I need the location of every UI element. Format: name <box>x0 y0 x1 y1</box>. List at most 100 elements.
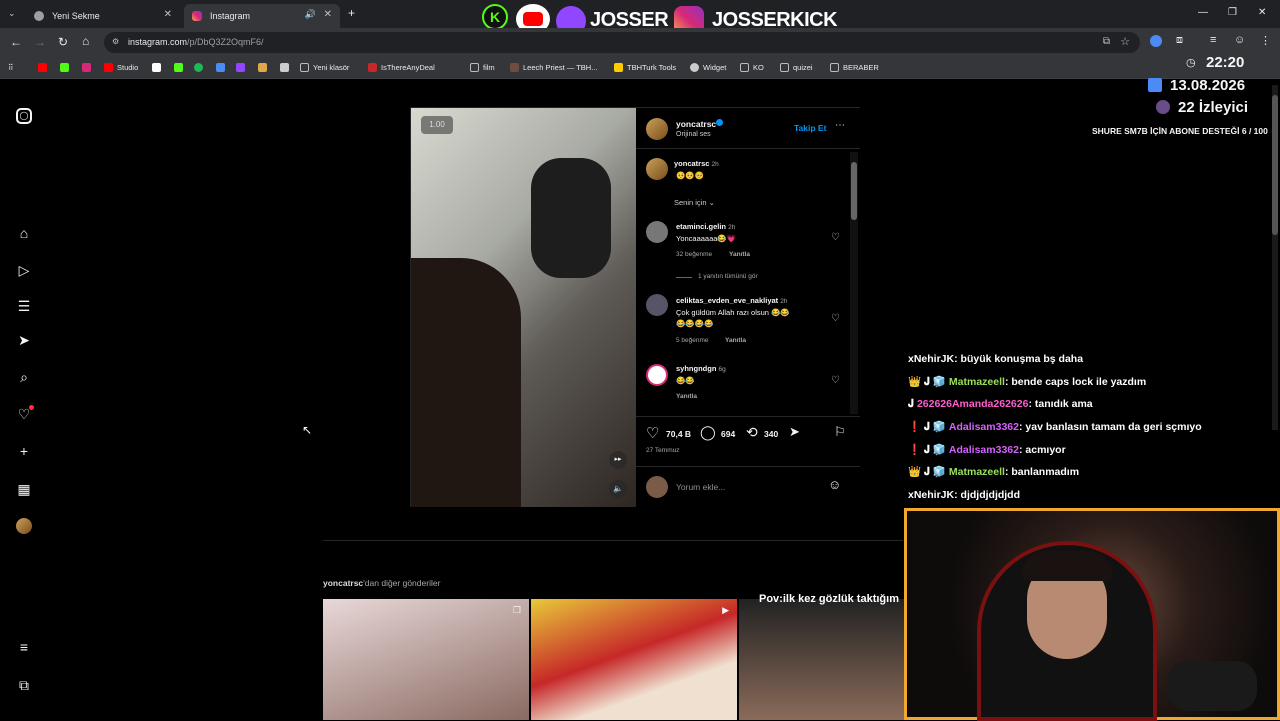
clock-icon: ◷ <box>1186 57 1196 69</box>
comment-avatar[interactable] <box>646 221 668 243</box>
extension-icon[interactable] <box>1150 35 1162 47</box>
tab-search-icon[interactable]: ⌄ <box>8 8 16 19</box>
audio-label[interactable]: Orijinal ses <box>676 131 711 138</box>
bookmark-leech-priest[interactable]: Leech Priest — TBH... <box>510 63 597 72</box>
comment-icon[interactable]: ◯ <box>700 424 716 441</box>
like-comment-icon[interactable]: ♡ <box>831 375 840 386</box>
address-bar[interactable]: ⚙ instagram.com/p/DbQ3Z2OqmF6/ ⧉ ☆ <box>104 32 1140 53</box>
minimize-button[interactable]: — <box>1198 7 1208 18</box>
bookmark-spotify[interactable] <box>194 63 207 72</box>
search-icon[interactable]: ⌕ <box>16 369 32 385</box>
home-icon[interactable]: ⌂ <box>82 34 89 48</box>
reload-icon[interactable]: ↻ <box>58 35 68 49</box>
playback-speed-badge[interactable]: 1.00 <box>421 116 453 134</box>
close-icon[interactable]: ✕ <box>324 9 332 20</box>
bookmark-beraber[interactable]: BERABER <box>830 63 879 72</box>
bookmark-6[interactable] <box>258 63 271 72</box>
bookmark-youtube[interactable] <box>38 63 51 72</box>
bookmark-studio[interactable]: Studio <box>104 63 138 72</box>
tab-instagram[interactable]: Instagram 🔊 ✕ <box>184 4 340 28</box>
comment-count[interactable]: 694 <box>721 429 735 439</box>
bookmark-kick-2[interactable] <box>174 63 187 72</box>
save-icon[interactable]: ⚐ <box>834 424 846 440</box>
speed-icon[interactable]: ▸▸ <box>609 451 627 469</box>
bookmark-quizei[interactable]: quizei <box>780 63 813 72</box>
back-icon[interactable]: ← <box>10 35 22 49</box>
comment-input[interactable]: Yorum ekle... <box>676 482 725 492</box>
bookmark-widget[interactable]: Widget <box>690 63 726 72</box>
bookmark-7[interactable] <box>280 63 293 72</box>
create-icon[interactable]: + <box>16 443 32 459</box>
author-avatar[interactable] <box>646 118 668 140</box>
bookmark-4[interactable] <box>216 63 229 72</box>
forward-icon[interactable]: → <box>34 35 46 49</box>
bookmark-tbhturk-tools[interactable]: TBHTurk Tools <box>614 63 676 72</box>
new-tab-button[interactable]: + <box>348 6 355 20</box>
bookmark-film[interactable]: film <box>470 63 495 72</box>
chat-text: büyük konuşma bş daha <box>960 353 1084 366</box>
reply-button[interactable]: Yanıtla <box>676 393 697 400</box>
author-username[interactable]: yoncatrsc <box>676 119 716 129</box>
feed-icon[interactable]: ☰ <box>16 298 32 314</box>
video-player[interactable]: 1.00 ▸▸ 🔈 <box>411 108 636 507</box>
reply-button[interactable]: Yanıtla <box>729 251 750 258</box>
apps-icon[interactable]: ⠿ <box>8 63 14 72</box>
install-icon[interactable]: ⧉ <box>1103 36 1110 47</box>
bookmark-ko[interactable]: KO <box>740 63 764 72</box>
messages-icon[interactable]: ➤ <box>16 332 32 348</box>
bookmarks-bar: ⠿ Studio Yeni klasör IsThereAnyDeal film… <box>0 57 1280 79</box>
bookmark-isthereanydeal[interactable]: IsThereAnyDeal <box>368 63 435 72</box>
bookmark-yeni-klasor[interactable]: Yeni klasör <box>300 63 349 72</box>
view-replies-link[interactable]: 1 yanıtın tümünü gör <box>698 273 758 280</box>
window-close-button[interactable]: ✕ <box>1258 7 1266 18</box>
bookmark-twitch[interactable] <box>236 63 249 72</box>
comment-likes[interactable]: 5 beğenme <box>676 337 709 344</box>
caption-avatar[interactable] <box>646 158 668 180</box>
post-thumbnail[interactable]: ▶ <box>531 599 737 720</box>
more-options-icon[interactable]: ⋯ <box>835 120 845 131</box>
comment-likes[interactable]: 32 beğenme <box>676 251 712 258</box>
repost-icon[interactable]: ⟲ <box>746 424 758 441</box>
instagram-logo-icon[interactable]: ◯ <box>16 108 32 124</box>
home-icon[interactable]: ⌂ <box>16 225 32 241</box>
close-icon[interactable]: ✕ <box>164 9 172 20</box>
scrollbar-thumb[interactable] <box>851 162 857 220</box>
scrollbar-thumb[interactable] <box>1272 95 1278 235</box>
chat-text: banlanmadım <box>1011 466 1080 479</box>
bookmark-tiktok[interactable] <box>152 63 165 72</box>
mute-icon[interactable]: 🔈 <box>609 480 627 498</box>
tab-new[interactable]: Yeni Sekme ✕ <box>26 4 180 28</box>
comment-avatar[interactable] <box>646 364 668 386</box>
bookmark-instagram[interactable] <box>82 63 95 72</box>
like-count[interactable]: 70,4 B <box>666 429 691 439</box>
menu-icon[interactable]: ⋮ <box>1260 34 1271 47</box>
share-icon[interactable]: ➤ <box>789 424 800 440</box>
profile-avatar[interactable] <box>16 518 32 534</box>
repost-count[interactable]: 340 <box>764 429 778 439</box>
reels-icon[interactable]: ▷ <box>16 262 32 278</box>
insights-icon[interactable]: ▦ <box>16 481 32 497</box>
caption-user[interactable]: yoncatrsc <box>674 159 709 168</box>
maximize-button[interactable]: ❐ <box>1228 7 1237 18</box>
post-thumbnail[interactable]: Pov:ilk kez gözlük taktığım <box>739 593 904 720</box>
apps-grid-icon[interactable]: ⧉ <box>16 677 32 693</box>
like-comment-icon[interactable]: ♡ <box>831 232 840 243</box>
bookmark-kick[interactable] <box>60 63 73 72</box>
comments-scrollbar[interactable] <box>850 152 858 414</box>
emoji-icon[interactable]: ☺ <box>828 477 841 492</box>
sort-dropdown[interactable]: Senin için ⌄ <box>674 198 715 207</box>
follow-button[interactable]: Takip Et <box>794 123 826 133</box>
post-thumbnail[interactable]: ❐ <box>323 599 529 720</box>
more-menu-icon[interactable]: ≡ <box>16 639 32 655</box>
comment: etaminci.gelin 2h <box>676 222 736 231</box>
profile-icon[interactable]: ☺ <box>1234 34 1245 46</box>
comment-avatar[interactable] <box>646 294 668 316</box>
star-icon[interactable]: ☆ <box>1120 35 1130 48</box>
like-comment-icon[interactable]: ♡ <box>831 313 840 324</box>
audio-icon[interactable]: 🔊 <box>305 9 316 20</box>
media-icon[interactable]: ≡ <box>1210 34 1216 46</box>
extensions-puzzle-icon[interactable]: ⧈ <box>1176 34 1183 47</box>
reply-button[interactable]: Yanıtla <box>725 337 746 344</box>
site-info-icon[interactable]: ⚙ <box>112 37 119 46</box>
like-icon[interactable]: ♡ <box>646 424 659 442</box>
